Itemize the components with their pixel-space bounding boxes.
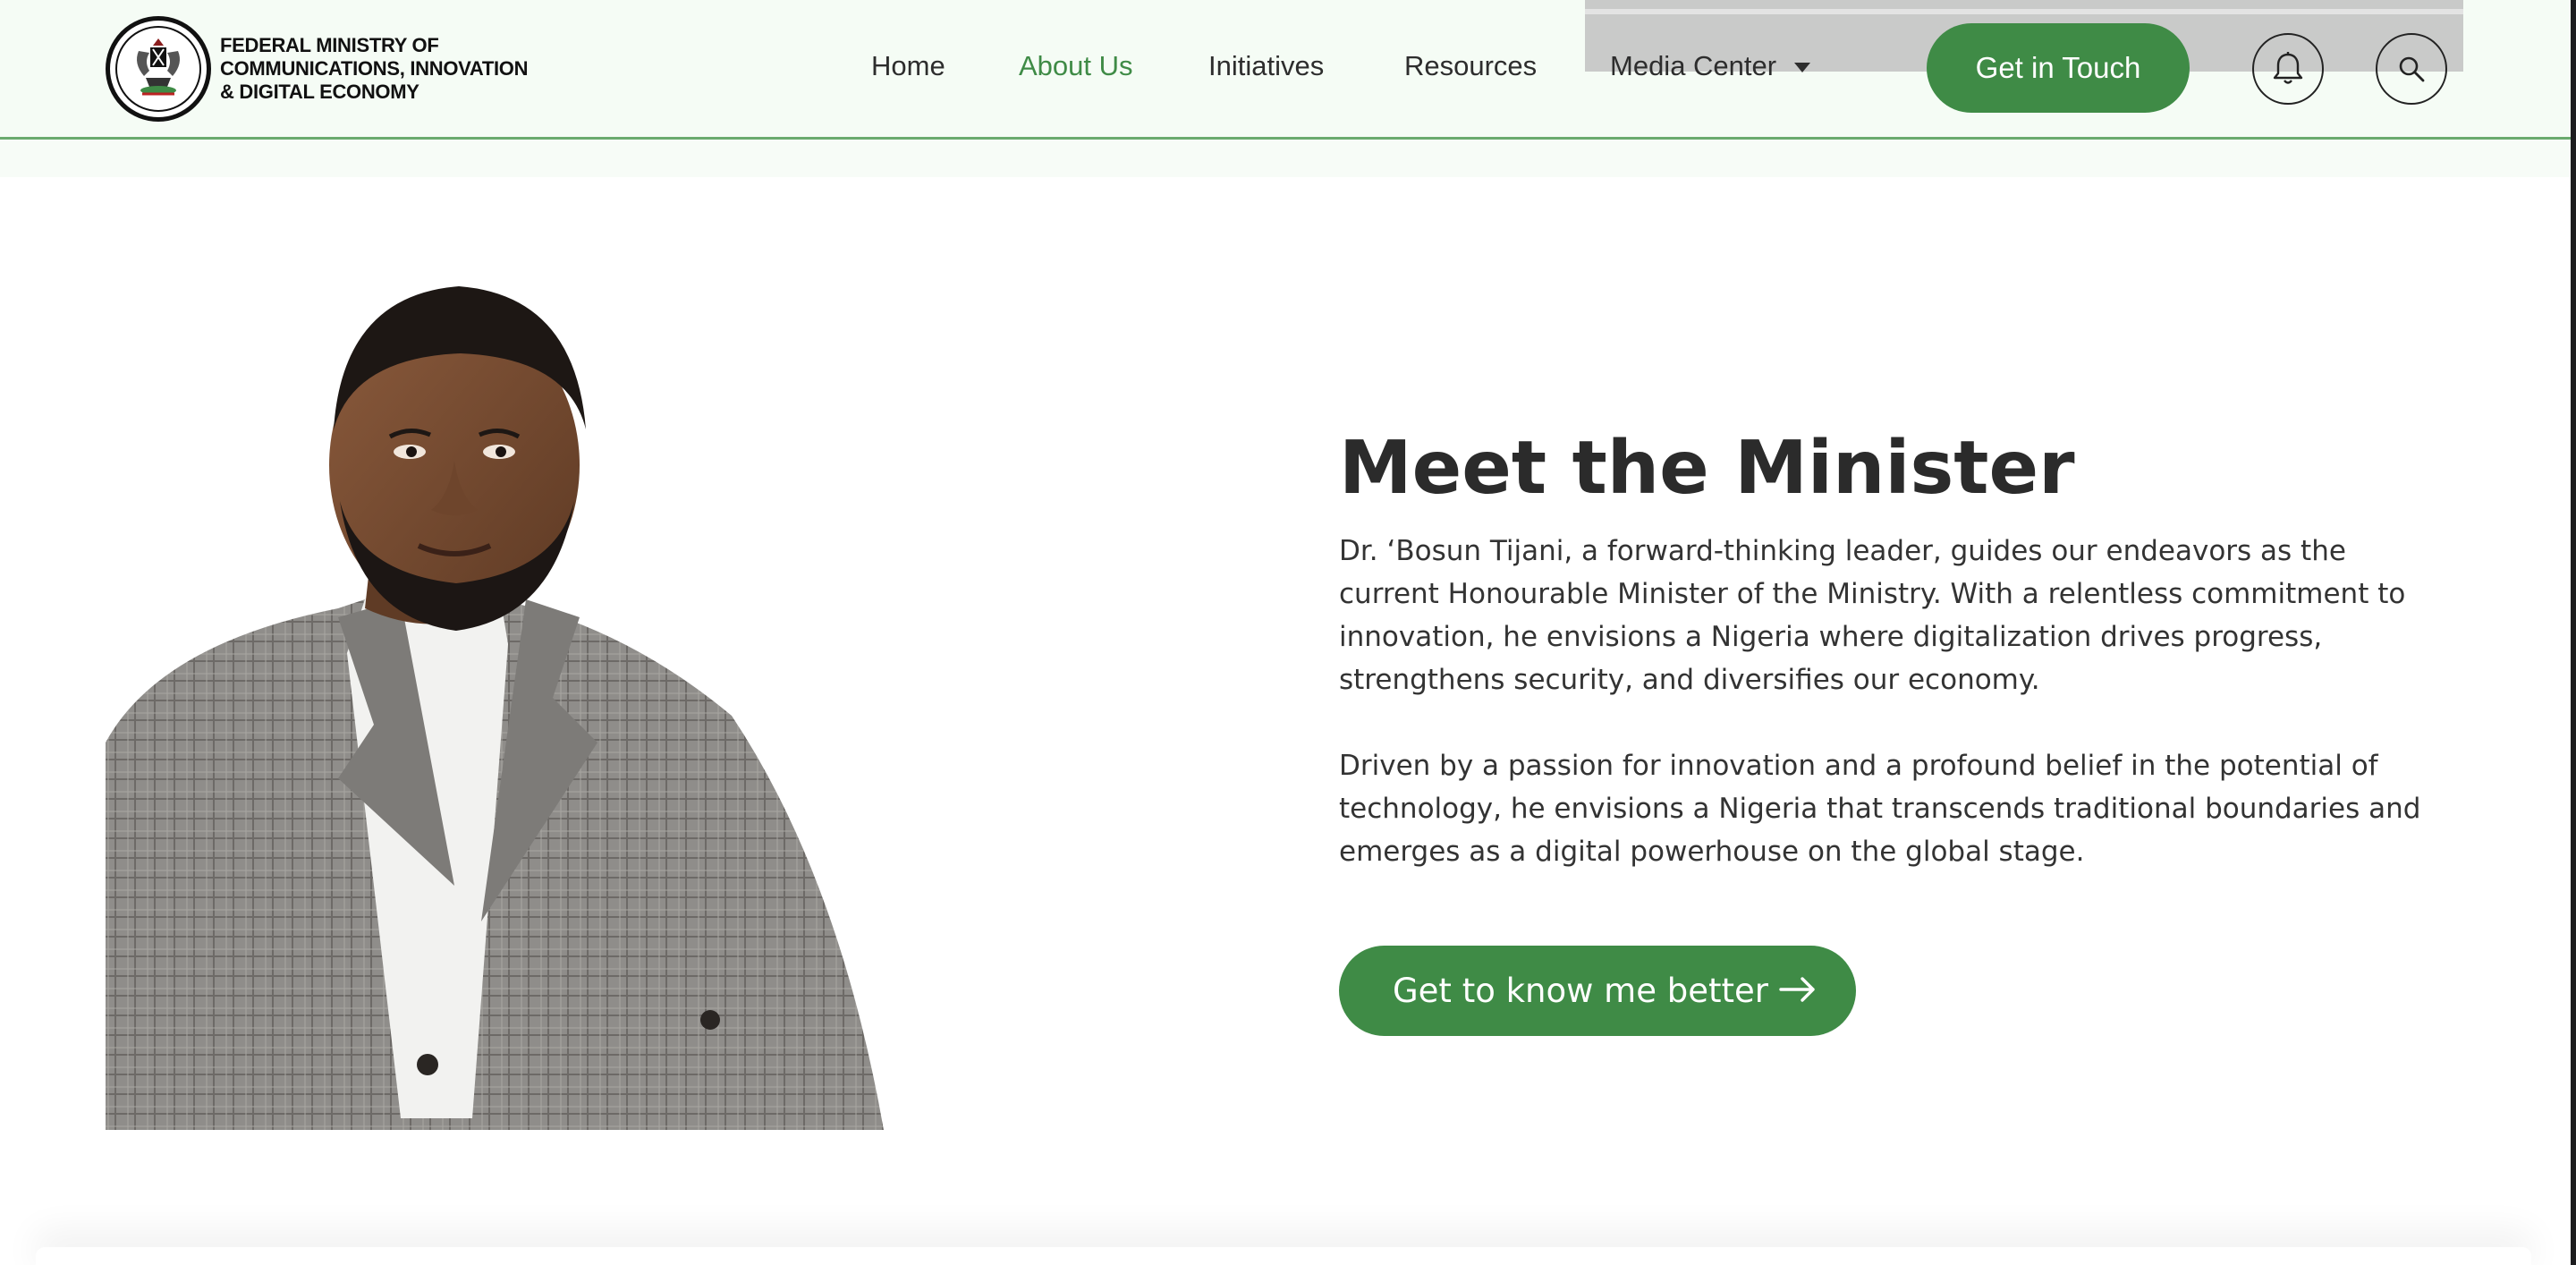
nav-home[interactable]: Home	[871, 50, 945, 82]
window-edge	[2571, 0, 2576, 1265]
logo-text: FEDERAL MINISTRY OF COMMUNICATIONS, INNO…	[220, 34, 528, 104]
section-title: Meet the Minister	[1339, 426, 2075, 511]
notifications-button[interactable]	[2252, 33, 2324, 105]
get-to-know-me-better-button[interactable]: Get to know me better	[1339, 946, 1856, 1036]
logo-line: COMMUNICATIONS, INNOVATION	[220, 57, 529, 80]
header-underband	[0, 140, 2576, 177]
coat-of-arms-icon	[106, 16, 211, 122]
minister-portrait	[106, 286, 884, 1130]
chevron-down-icon	[1794, 63, 1811, 73]
site-header: FEDERAL MINISTRY OF COMMUNICATIONS, INNO…	[0, 0, 2576, 140]
button-label: Get to know me better	[1393, 972, 1768, 1010]
logo-line: & DIGITAL ECONOMY	[220, 81, 419, 103]
logo-line: FEDERAL MINISTRY OF	[220, 34, 439, 56]
nav-initiatives[interactable]: Initiatives	[1208, 50, 1324, 82]
intro-paragraph: Driven by a passion for innovation and a…	[1339, 750, 2421, 868]
minister-intro: Meet the Minister Dr. ‘Bosun Tijani, a f…	[1339, 428, 2448, 873]
bell-icon	[2273, 52, 2303, 84]
next-section-card	[36, 1247, 2531, 1265]
get-in-touch-button[interactable]: Get in Touch	[1927, 23, 2190, 113]
intro-paragraph: Dr. ‘Bosun Tijani, a forward-thinking le…	[1339, 535, 2406, 696]
nav-about-us[interactable]: About Us	[1019, 50, 1133, 82]
arrow-right-icon	[1779, 977, 1815, 1002]
nav-media-center[interactable]: Media Center	[1610, 50, 1811, 82]
ministry-logo[interactable]: FEDERAL MINISTRY OF COMMUNICATIONS, INNO…	[106, 16, 528, 122]
search-icon	[2399, 56, 2425, 82]
nav-media-center-label: Media Center	[1610, 50, 1777, 81]
search-button[interactable]	[2376, 33, 2447, 105]
nav-resources[interactable]: Resources	[1404, 50, 1537, 82]
